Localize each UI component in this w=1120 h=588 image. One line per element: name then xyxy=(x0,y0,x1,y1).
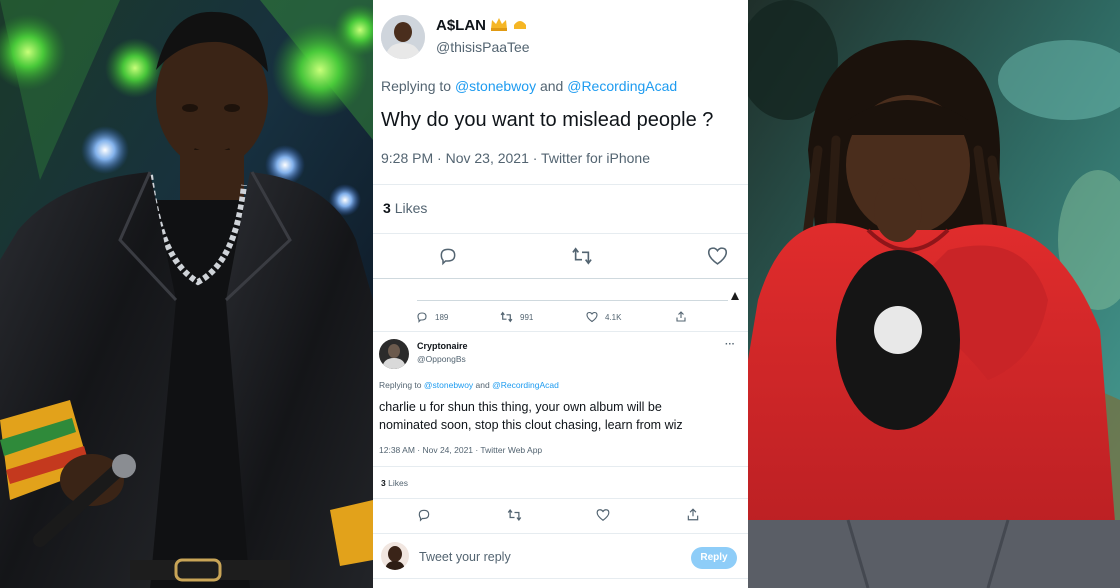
quoted-retweets-count: 991 xyxy=(520,313,534,322)
composer-avatar[interactable] xyxy=(381,542,409,570)
likes-count: 3 xyxy=(383,200,391,216)
avatar-tweet1[interactable] xyxy=(381,15,425,59)
reply-input[interactable]: Tweet your reply xyxy=(419,550,511,564)
likes-label: Likes xyxy=(388,478,408,488)
retweet-icon[interactable] xyxy=(507,508,522,522)
avatar-tweet2[interactable] xyxy=(379,339,409,369)
reply-icon[interactable] xyxy=(438,246,458,266)
share-icon[interactable] xyxy=(675,310,687,323)
divider xyxy=(373,233,748,234)
divider xyxy=(373,466,748,467)
divider xyxy=(373,578,748,579)
quoted-replies-count: 189 xyxy=(435,313,449,322)
reply-button[interactable]: Reply xyxy=(691,547,737,569)
tweet2-timestamp[interactable]: 12:38 AM · Nov 24, 2021 · Twitter Web Ap… xyxy=(379,445,542,455)
tweet2-likes[interactable]: 3 Likes xyxy=(381,478,408,488)
divider xyxy=(373,331,748,332)
divider xyxy=(373,533,748,534)
hoodie-illustration xyxy=(748,0,1120,588)
reply-icon[interactable] xyxy=(417,508,431,522)
display-name-text: A$LAN xyxy=(436,17,487,34)
display-name-tweet2[interactable]: Cryptonaire xyxy=(417,341,468,351)
replying-to-tweet2: Replying to @stonebwoy and @RecordingAca… xyxy=(379,380,559,390)
replying-to-tweet1: Replying to @stonebwoy and @RecordingAca… xyxy=(381,78,677,94)
photo-right-red-hoodie xyxy=(748,0,1120,588)
scrollbar-thumb[interactable] xyxy=(731,292,739,300)
avatar-person-icon xyxy=(381,15,425,59)
photo-left-performer xyxy=(0,0,373,588)
like-icon[interactable] xyxy=(586,311,598,323)
more-options-icon[interactable]: ··· xyxy=(725,339,735,350)
mention-recordingacad[interactable]: @RecordingAcad xyxy=(567,78,677,94)
flag-emoji-icon xyxy=(512,17,528,35)
likes-label: Likes xyxy=(394,200,428,216)
likes-count: 3 xyxy=(381,478,386,488)
tweet2-text-line1: charlie u for shun this thing, your own … xyxy=(379,400,662,414)
performer-illustration xyxy=(0,0,373,588)
mention-stonebwoy[interactable]: @stonebwoy xyxy=(424,380,473,390)
avatar-person-icon xyxy=(381,542,409,570)
divider xyxy=(373,278,748,279)
retweet-icon[interactable] xyxy=(500,311,513,323)
tweet2-text-line2: nominated soon, stop this clout chasing,… xyxy=(379,418,683,432)
handle-tweet2[interactable]: @OppongBs xyxy=(417,354,466,364)
avatar-person-icon xyxy=(379,339,409,369)
tweet-screenshot-panel: A$LAN @thisisPaaTee Replying to @stonebw… xyxy=(373,0,748,588)
handle-tweet1[interactable]: @thisisPaaTee xyxy=(436,39,530,55)
tweet1-text: Why do you want to mislead people ? xyxy=(381,109,714,131)
tweet1-timestamp[interactable]: 9:28 PM · Nov 23, 2021 · Twitter for iPh… xyxy=(381,150,650,166)
replying-and: and xyxy=(475,380,490,390)
quoted-likes-count: 4.1K xyxy=(605,313,622,322)
like-icon[interactable] xyxy=(707,246,728,266)
replying-prefix: Replying to xyxy=(381,78,452,94)
replying-and: and xyxy=(539,78,564,94)
card-edge xyxy=(417,300,728,301)
reply-icon[interactable] xyxy=(416,311,428,323)
divider xyxy=(373,184,748,185)
mention-stonebwoy[interactable]: @stonebwoy xyxy=(455,78,536,94)
tweet1-likes[interactable]: 3 Likes xyxy=(383,200,427,216)
divider xyxy=(373,498,748,499)
crown-emoji-icon xyxy=(490,17,508,35)
share-icon[interactable] xyxy=(686,507,700,522)
display-name-tweet1[interactable]: A$LAN xyxy=(436,17,528,35)
replying-prefix: Replying to xyxy=(379,380,422,390)
retweet-icon[interactable] xyxy=(571,246,593,266)
mention-recordingacad[interactable]: @RecordingAcad xyxy=(492,380,559,390)
like-icon[interactable] xyxy=(596,508,610,522)
